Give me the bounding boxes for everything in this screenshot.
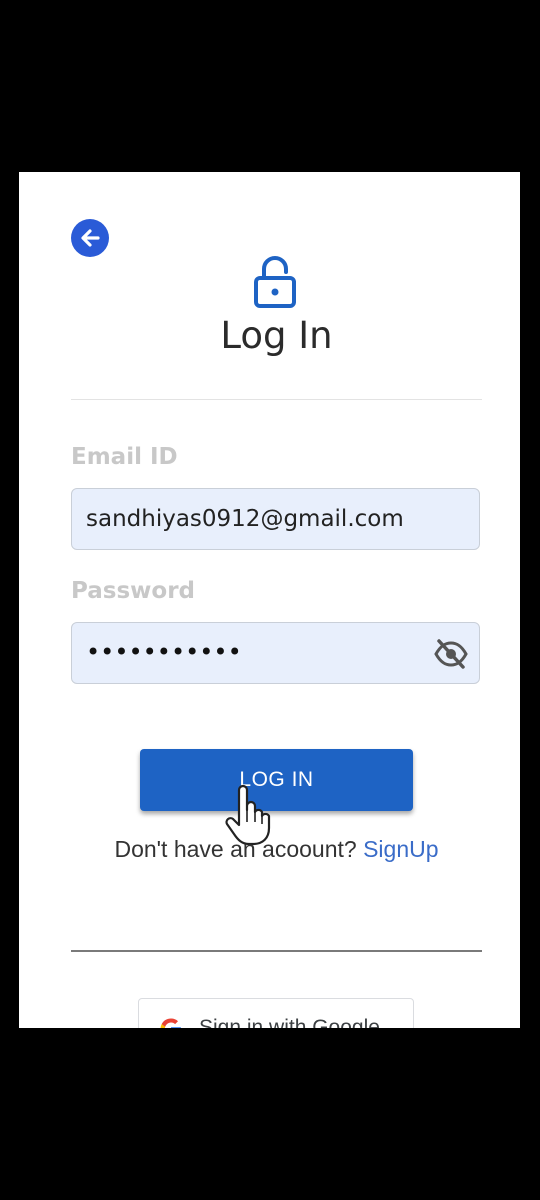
divider [71, 399, 482, 400]
email-field[interactable] [86, 489, 426, 549]
divider [71, 950, 482, 952]
password-label: Password [71, 578, 195, 604]
back-button[interactable] [71, 219, 109, 257]
signup-link[interactable]: SignUp [363, 836, 438, 862]
google-signin-button[interactable]: Sign in with Google [138, 998, 414, 1028]
google-g-icon [160, 1018, 181, 1028]
signup-prompt-text: Don't have an acoount? [114, 836, 364, 862]
page-title: Log In [220, 314, 333, 357]
email-field-container [71, 488, 480, 550]
login-button[interactable]: LOG IN [140, 749, 413, 811]
signup-prompt: Don't have an acoount? SignUp [19, 836, 520, 863]
password-masked-value: ••••••••••• [86, 638, 242, 666]
unlock-icon [254, 256, 296, 308]
eye-off-icon[interactable] [433, 638, 469, 670]
google-signin-label: Sign in with Google [199, 1016, 380, 1028]
arrow-left-circle-icon [81, 229, 100, 247]
email-label: Email ID [71, 444, 178, 470]
login-card: Log In Email ID Password ••••••••••• LOG… [19, 172, 520, 1028]
password-field[interactable]: ••••••••••• [71, 622, 480, 684]
